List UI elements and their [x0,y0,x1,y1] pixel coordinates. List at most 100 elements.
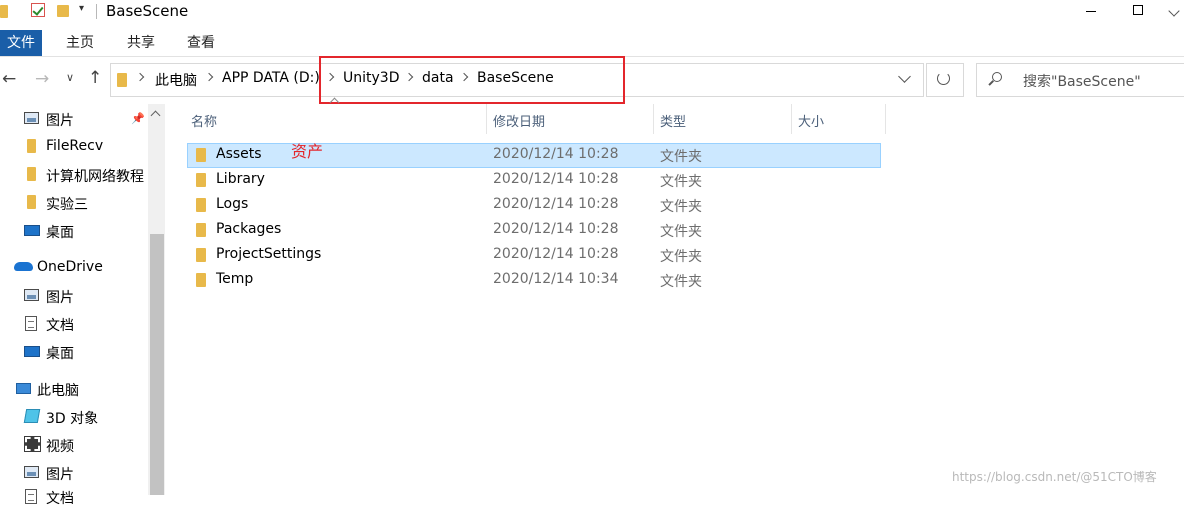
file-type: 文件夹 [660,249,702,265]
folder-icon [196,273,206,287]
sidebar-item-label: 此电脑 [37,383,79,399]
file-type: 文件夹 [660,274,702,290]
tab-view[interactable]: 查看 [187,30,215,56]
recent-locations-chevron-icon[interactable]: ∨ [66,72,74,83]
documents-icon [25,316,37,331]
quick-access-dropdown-icon[interactable]: ▾ [79,3,84,14]
folder-icon [27,139,36,153]
ribbon-tabs: 文件 主页 共享 查看 [0,30,1184,57]
pin-icon[interactable]: 📌 [131,112,145,125]
desktop-icon [24,346,40,357]
sidebar-item-filerecv[interactable]: FileRecv [0,136,150,162]
sidebar-item-label: 计算机网络教程 [46,169,144,185]
file-name[interactable]: Logs [216,196,248,212]
folder-icon [196,198,206,212]
maximize-button[interactable] [1116,0,1162,24]
documents-icon [25,489,37,504]
new-folder-icon[interactable] [57,5,69,17]
folder-icon [196,148,206,162]
refresh-icon [937,72,950,85]
scrollbar-thumb[interactable] [150,234,164,495]
folder-icon [27,195,36,209]
sidebar-item-videos[interactable]: 视频 [0,434,150,460]
watermark: https://blog.csdn.net/@51CTO博客 [952,470,1157,484]
file-type: 文件夹 [660,199,702,215]
folder-icon [0,5,8,18]
sidebar-item-label: 图片 [46,113,74,129]
sidebar-item-pictures[interactable]: 图片 [0,108,150,134]
up-arrow-icon[interactable]: ↑ [88,70,102,87]
sidebar-item-desktop[interactable]: 桌面 [0,220,150,246]
folder-icon [196,173,206,187]
file-type: 文件夹 [660,149,702,165]
sidebar-item-label: 桌面 [46,346,74,362]
sidebar-item-3d-objects[interactable]: 3D 对象 [0,406,150,432]
pictures-icon [24,466,39,478]
sidebar-item-this-pc[interactable]: 此电脑 [0,378,150,404]
file-name[interactable]: Packages [216,221,281,237]
sidebar-item-label: 视频 [46,439,74,455]
column-divider[interactable] [653,104,654,134]
annotation-label: 资产 [291,142,324,161]
file-name[interactable]: Library [216,171,265,187]
file-name[interactable]: Assets [216,146,262,162]
tab-home[interactable]: 主页 [66,30,94,56]
this-pc-icon [16,383,31,394]
sidebar-item-label: 文档 [46,491,74,507]
pictures-icon [24,112,39,124]
window-title: BaseScene [106,2,189,20]
sidebar-item-onedrive-desktop[interactable]: 桌面 [0,341,150,367]
column-header-name[interactable]: 名称 [191,111,217,130]
sidebar-item-pc-pictures[interactable]: 图片 [0,462,150,488]
sidebar-item-onedrive-documents[interactable]: 文档 [0,313,150,339]
onedrive-icon [14,262,33,271]
file-modified: 2020/12/14 10:28 [493,146,619,162]
column-divider[interactable] [486,104,487,134]
tab-share[interactable]: 共享 [127,30,155,56]
column-divider[interactable] [791,104,792,134]
search-placeholder: 搜索"BaseScene" [1023,74,1141,90]
breadcrumb-this-pc[interactable]: 此电脑 [155,70,197,90]
file-modified: 2020/12/14 10:28 [493,196,619,212]
folder-icon [117,73,127,87]
column-header-size[interactable]: 大小 [798,111,824,130]
sidebar-item-network-tutorial[interactable]: 计算机网络教程 [0,164,150,190]
sidebar-item-label: 3D 对象 [46,411,99,427]
column-header-type[interactable]: 类型 [660,111,686,130]
sidebar-item-label: 桌面 [46,225,74,241]
folder-icon [196,223,206,237]
videos-icon [24,436,41,452]
file-type: 文件夹 [660,174,702,190]
column-divider[interactable] [885,104,886,134]
sidebar-item-label: FileRecv [46,138,104,154]
sidebar-item-label: 实验三 [46,197,88,213]
folder-icon [196,248,206,262]
sidebar-item-onedrive-pictures[interactable]: 图片 [0,285,150,311]
file-modified: 2020/12/14 10:28 [493,171,619,187]
back-arrow-icon[interactable]: ← [2,71,16,88]
forward-arrow-icon[interactable]: → [35,71,49,88]
sidebar-item-label: 文档 [46,318,74,334]
file-modified: 2020/12/14 10:28 [493,246,619,262]
3d-objects-icon [23,409,41,423]
tab-file[interactable]: 文件 [0,30,42,56]
sidebar-item-label: OneDrive [37,259,103,275]
divider [96,4,97,19]
file-modified: 2020/12/14 10:28 [493,221,619,237]
column-header-modified[interactable]: 修改日期 [493,111,545,130]
annotation-highlight-box [319,56,625,104]
file-modified: 2020/12/14 10:34 [493,271,619,287]
breadcrumb-drive[interactable]: APP DATA (D:) [222,70,320,86]
sidebar-item-onedrive[interactable]: OneDrive [0,257,150,283]
desktop-icon [24,225,40,236]
file-name[interactable]: Temp [216,271,253,287]
minimize-button[interactable] [1070,0,1116,24]
sidebar-item-label: 图片 [46,467,74,483]
pictures-icon [24,289,39,301]
sidebar-item-pc-documents[interactable]: 文档 [0,486,150,512]
sidebar-item-experiment-3[interactable]: 实验三 [0,192,150,218]
file-name[interactable]: ProjectSettings [216,246,321,262]
properties-check-icon[interactable] [31,3,45,17]
sidebar-item-label: 图片 [46,290,74,306]
file-type: 文件夹 [660,224,702,240]
